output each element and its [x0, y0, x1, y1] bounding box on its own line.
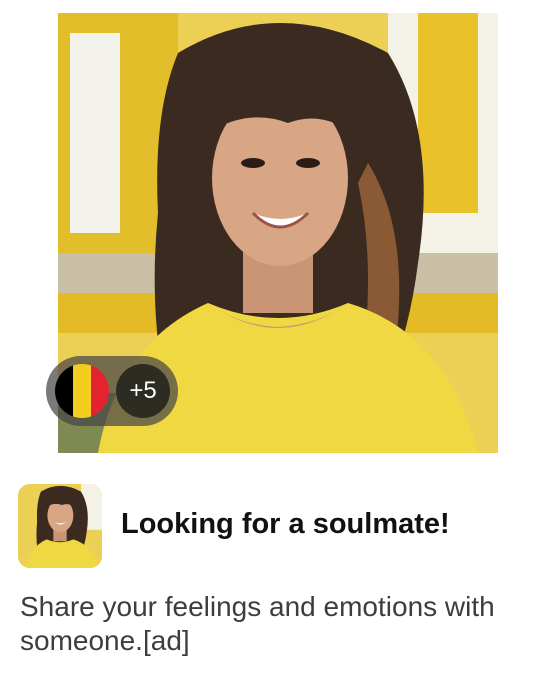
- advertiser-avatar[interactable]: [18, 484, 102, 568]
- more-countries-count[interactable]: +5: [116, 364, 170, 418]
- belgium-flag-icon: [55, 364, 109, 418]
- ad-title[interactable]: Looking for a soulmate!: [121, 508, 450, 541]
- ad-description[interactable]: Share your feelings and emotions with so…: [20, 590, 530, 658]
- avatar-portrait-image: [18, 484, 102, 568]
